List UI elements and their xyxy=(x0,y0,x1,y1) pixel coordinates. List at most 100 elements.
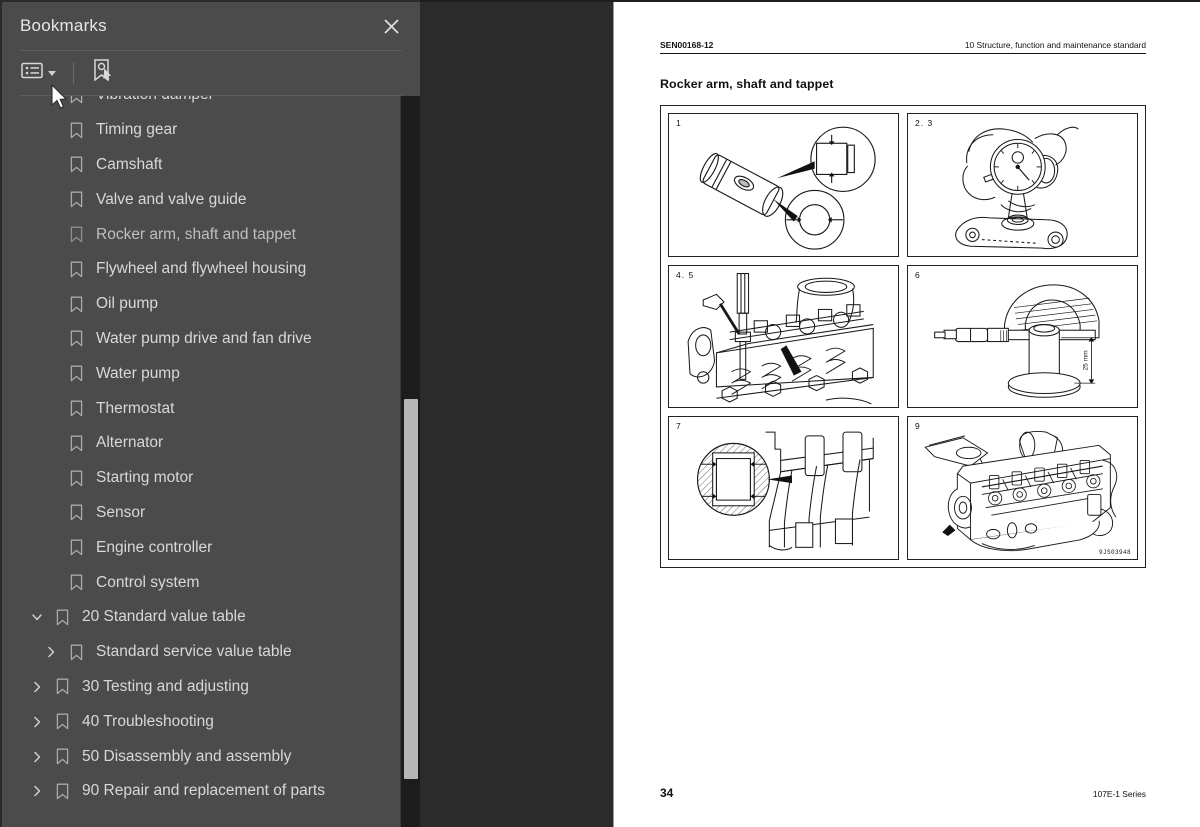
bookmark-item[interactable]: Engine controller xyxy=(2,530,394,565)
bookmark-icon xyxy=(64,574,88,591)
bookmarks-panel-header: Bookmarks xyxy=(2,2,420,50)
pdf-viewer-window: Bookmarks Timing gear Camshaft Valve and… xyxy=(0,0,1200,827)
bookmark-item-label: Thermostat xyxy=(96,399,175,417)
document-footer: 34 107E-1 Series xyxy=(660,786,1146,800)
figure-panel-group: 1 2. 3 4. 5 6 25 mm 7 9 9JS03948 xyxy=(660,105,1146,568)
bookmark-icon xyxy=(64,644,88,661)
bookmark-item-label: Control system xyxy=(96,573,200,591)
chevron-down-icon xyxy=(48,70,56,76)
chevron-right-icon[interactable] xyxy=(24,715,50,729)
bookmarks-tree: Vibration damper Timing gear Camshaft Valve… xyxy=(2,96,394,809)
bookmark-item[interactable]: 50 Disassembly and assembly xyxy=(2,739,394,774)
micrometer-measurement-illustration: 25 mm xyxy=(908,266,1137,408)
document-number: SEN00168-12 xyxy=(660,40,714,50)
chevron-right-icon[interactable] xyxy=(38,645,64,659)
bookmark-item-label: Standard service value table xyxy=(96,643,292,661)
bookmark-icon xyxy=(50,783,74,800)
bookmark-icon xyxy=(64,122,88,139)
bookmark-item[interactable]: Alternator xyxy=(2,426,394,461)
bookmark-item-label: 90 Repair and replacement of parts xyxy=(82,782,325,800)
page-title: Rocker arm, shaft and tappet xyxy=(660,77,834,91)
bookmark-item[interactable]: Starting motor xyxy=(2,461,394,496)
bookmark-item-label: Water pump xyxy=(96,364,180,382)
bookmark-item[interactable]: Camshaft xyxy=(2,148,394,183)
figure-cell: 2. 3 xyxy=(907,113,1138,257)
bookmark-item[interactable]: Rocker arm, shaft and tappet xyxy=(2,217,394,252)
bookmark-icon xyxy=(64,504,88,521)
bookmark-item[interactable]: 30 Testing and adjusting xyxy=(2,670,394,705)
bookmark-item[interactable]: Thermostat xyxy=(2,391,394,426)
new-bookmark-icon xyxy=(91,58,114,88)
bookmark-item[interactable]: 40 Troubleshooting xyxy=(2,704,394,739)
bookmark-item-label: 40 Troubleshooting xyxy=(82,712,214,730)
bookmark-item-label: Starting motor xyxy=(96,469,194,487)
bookmark-item[interactable]: Water pump drive and fan drive xyxy=(2,322,394,357)
pdf-page: SEN00168-12 10 Structure, function and m… xyxy=(613,2,1200,827)
bookmark-item-label: 50 Disassembly and assembly xyxy=(82,747,292,765)
dial-gauge-on-rocker-arm-illustration xyxy=(908,114,1137,256)
chevron-right-icon[interactable] xyxy=(24,750,50,764)
bookmark-item[interactable]: Vibration damper xyxy=(2,96,394,113)
bookmark-item-label: Camshaft xyxy=(96,155,163,173)
bookmark-options-button[interactable] xyxy=(18,59,59,87)
bookmark-icon xyxy=(50,713,74,730)
bookmark-item[interactable]: Control system xyxy=(2,565,394,600)
bookmark-item[interactable]: Valve and valve guide xyxy=(2,182,394,217)
document-section-title: 10 Structure, function and maintenance s… xyxy=(964,40,1146,50)
bookmark-icon xyxy=(64,400,88,417)
bookmark-icon xyxy=(50,748,74,765)
bookmark-item[interactable]: Oil pump xyxy=(2,287,394,322)
toolbar-separator xyxy=(73,62,74,84)
figure-cell: 1 xyxy=(668,113,899,257)
bookmarks-panel-title: Bookmarks xyxy=(20,16,107,35)
bookmark-icon xyxy=(64,539,88,556)
bookmarks-scrollbar[interactable] xyxy=(400,96,420,827)
page-number: 34 xyxy=(660,786,674,800)
figure-dimension-label: 25 mm xyxy=(1083,350,1090,371)
bookmark-item-label: Flywheel and flywheel housing xyxy=(96,260,307,278)
figure-reference-code: 9JS03948 xyxy=(1098,549,1131,556)
bookmark-icon xyxy=(64,261,88,278)
new-bookmark-button[interactable] xyxy=(88,59,117,87)
bookmark-item-label: Water pump drive and fan drive xyxy=(96,329,312,347)
bookmark-item[interactable]: Water pump xyxy=(2,356,394,391)
document-series: 107E-1 Series xyxy=(1092,789,1146,799)
bookmark-icon xyxy=(64,96,88,104)
bookmark-item-label: Timing gear xyxy=(96,121,178,139)
document-running-head: SEN00168-12 10 Structure, function and m… xyxy=(660,40,1146,54)
figure-number: 6 xyxy=(915,269,921,280)
rocker-shaft-cross-section-illustration xyxy=(669,417,898,559)
bookmarks-scrollbar-thumb[interactable] xyxy=(404,399,418,779)
bookmarks-toolbar xyxy=(2,51,420,95)
bookmark-item[interactable]: Sensor xyxy=(2,496,394,531)
bookmark-icon xyxy=(64,156,88,173)
bookmark-icon xyxy=(50,609,74,626)
bookmarks-panel: Bookmarks Timing gear Camshaft Valve and… xyxy=(0,0,430,827)
chevron-down-icon[interactable] xyxy=(24,610,50,624)
tappet-and-bore-measurement-illustration xyxy=(669,114,898,256)
bookmark-item[interactable]: 20 Standard value table xyxy=(2,600,394,635)
bookmark-icon xyxy=(64,330,88,347)
chevron-right-icon[interactable] xyxy=(24,680,50,694)
figure-cell: 6 25 mm xyxy=(907,264,1138,409)
document-viewer: SEN00168-12 10 Structure, function and m… xyxy=(420,0,1200,827)
bookmark-icon xyxy=(64,435,88,452)
bookmark-item[interactable]: Flywheel and flywheel housing xyxy=(2,252,394,287)
bookmark-icon xyxy=(64,296,88,313)
bookmark-icon xyxy=(64,191,88,208)
bookmark-item[interactable]: 90 Repair and replacement of parts xyxy=(2,774,394,809)
bookmark-item-label: Sensor xyxy=(96,503,146,521)
bookmark-item-label: Oil pump xyxy=(96,295,159,313)
bookmark-item-label: 20 Standard value table xyxy=(82,608,246,626)
chevron-right-icon[interactable] xyxy=(24,784,50,798)
bookmark-item-label: 30 Testing and adjusting xyxy=(82,677,249,695)
bookmark-item-label: Alternator xyxy=(96,434,164,452)
bookmark-item[interactable]: Standard service value table xyxy=(2,635,394,670)
figure-grid: 1 2. 3 4. 5 6 25 mm 7 9 9JS03948 xyxy=(668,113,1138,560)
bookmark-icon xyxy=(64,365,88,382)
bookmark-item[interactable]: Timing gear xyxy=(2,113,394,148)
figure-number: 4. 5 xyxy=(676,269,695,280)
bookmark-item-label: Valve and valve guide xyxy=(96,190,247,208)
close-icon[interactable] xyxy=(376,11,406,41)
figure-cell: 4. 5 xyxy=(668,264,899,409)
